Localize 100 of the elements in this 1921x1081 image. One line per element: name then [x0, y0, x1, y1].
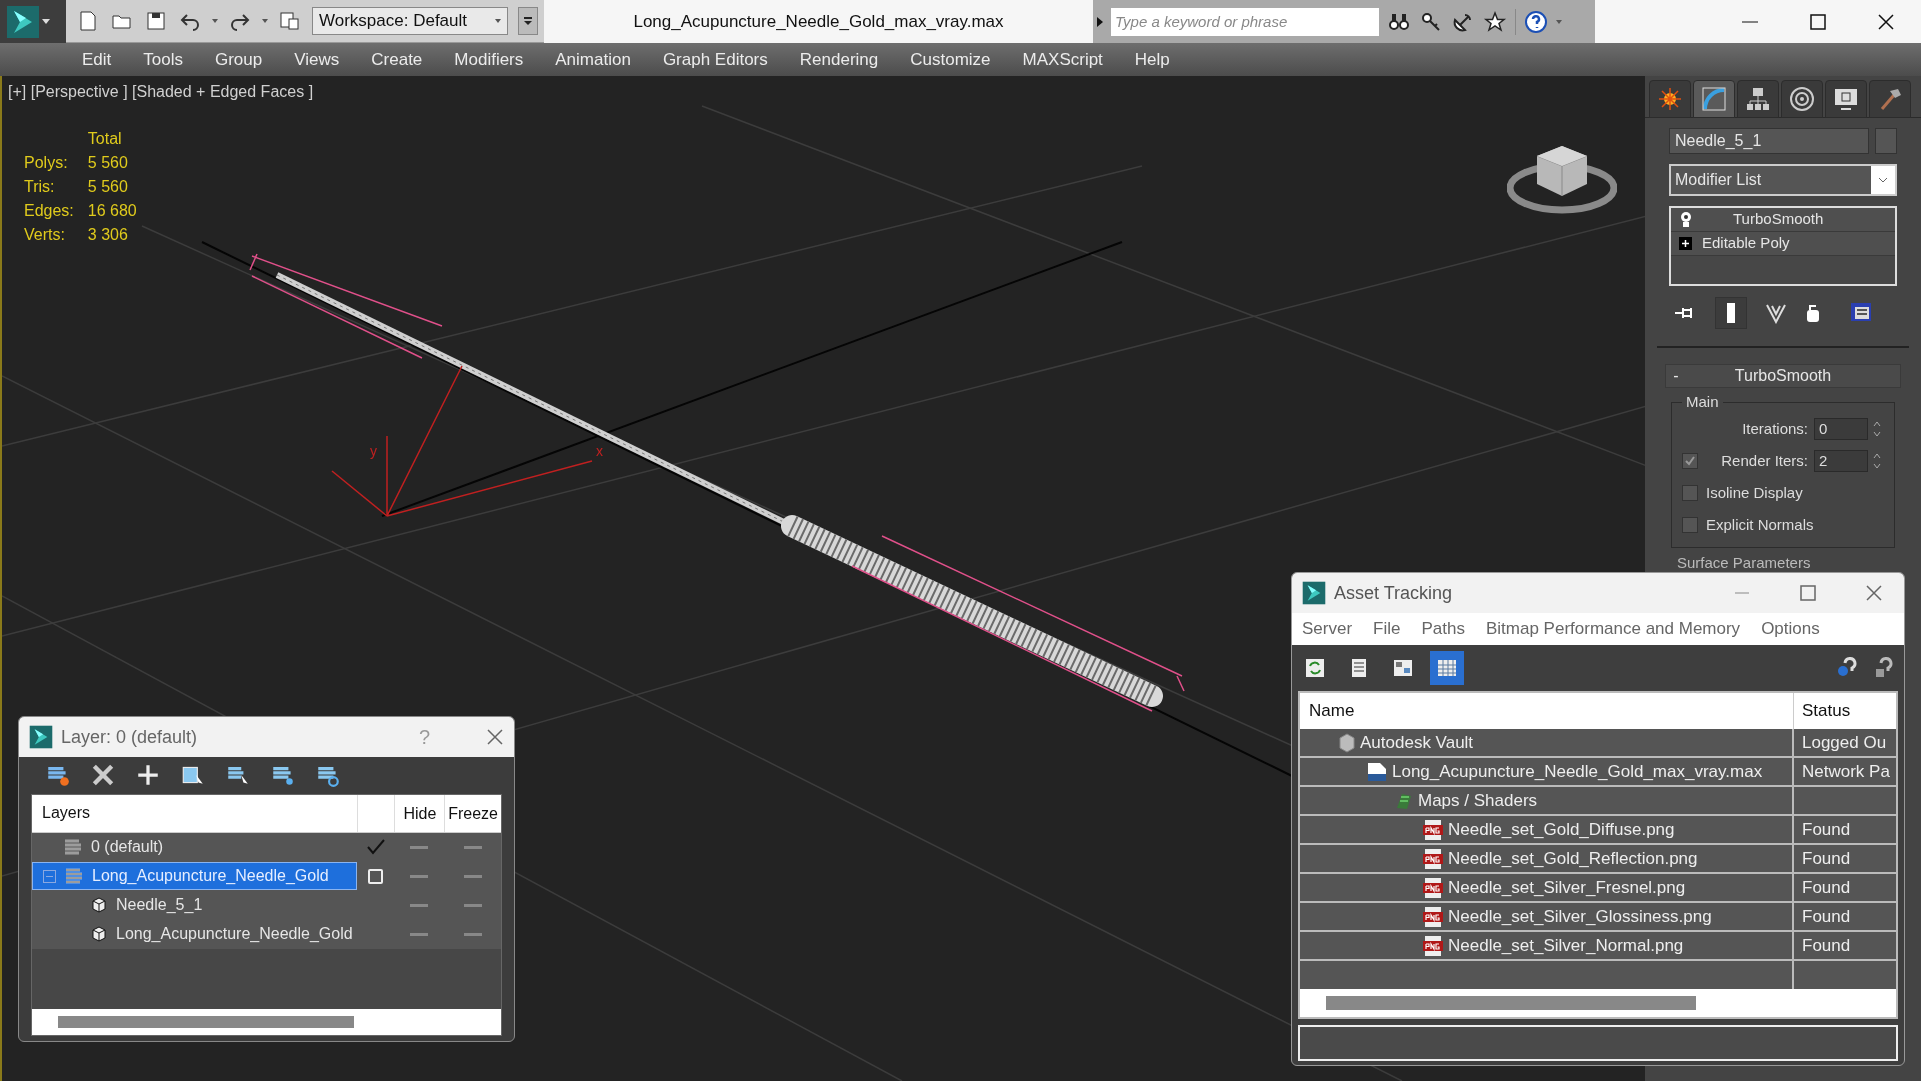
- caret-icon[interactable]: [262, 19, 268, 23]
- rollout-title[interactable]: TurboSmooth: [1686, 364, 1900, 388]
- toggle-dash-icon[interactable]: [410, 845, 429, 849]
- current-layer-checkbox[interactable]: [368, 868, 384, 884]
- scrollbar[interactable]: [1326, 996, 1696, 1010]
- spinner-field[interactable]: 2: [1814, 450, 1868, 472]
- star-icon[interactable]: [1483, 9, 1507, 34]
- asset-row[interactable]: Long_Acupuncture_Needle_Gold_max_vray.max Network Pa: [1300, 758, 1896, 787]
- spinner-field[interactable]: 0: [1814, 418, 1868, 440]
- menu-item[interactable]: Rendering: [783, 46, 895, 73]
- show-end-result-icon[interactable]: [1725, 301, 1737, 325]
- hierarchy-icon: [1744, 85, 1772, 113]
- menu-item[interactable]: Server: [1302, 616, 1353, 642]
- layer-object-row[interactable]: Needle_5_1: [32, 891, 357, 920]
- create-tab[interactable]: [1649, 80, 1691, 118]
- expand-icon[interactable]: [1679, 237, 1692, 250]
- menu-item[interactable]: Help: [1118, 46, 1186, 73]
- hierarchy-tab[interactable]: [1737, 80, 1779, 118]
- scrollbar[interactable]: [58, 1015, 354, 1028]
- workspace-menu-button[interactable]: [518, 7, 538, 35]
- search-field[interactable]: Type a keyword or phrase: [1111, 7, 1379, 36]
- workspace-dropdown[interactable]: Workspace: Default: [312, 7, 508, 35]
- window-title: Long_Acupuncture_Needle_Gold_max_vray.max: [633, 10, 1004, 33]
- save-icon[interactable]: [144, 9, 168, 33]
- menu-item[interactable]: Views: [278, 46, 356, 73]
- status-cell-text: Found: [1801, 848, 1852, 870]
- menu-item[interactable]: Options: [1761, 616, 1820, 642]
- menu-item[interactable]: Paths: [1421, 616, 1465, 642]
- light-bulb-icon[interactable]: [1679, 210, 1693, 229]
- modifier-list-dropdown[interactable]: Modifier List: [1669, 164, 1897, 196]
- curve-icon: [1700, 85, 1728, 113]
- app-logo-icon[interactable]: [6, 4, 40, 39]
- window-title: Layer: 0 (default): [61, 725, 199, 749]
- layer-row[interactable]: Long_Acupuncture_Needle_Gold: [32, 862, 357, 891]
- asset-row[interactable]: Maps / Shaders: [1300, 787, 1896, 816]
- collapse-toggle-icon[interactable]: [43, 869, 56, 883]
- make-unique-icon[interactable]: [1765, 302, 1787, 324]
- asset-row[interactable]: Autodesk Vault Logged Ou: [1300, 729, 1896, 758]
- menu-item[interactable]: Group: [199, 46, 279, 73]
- asset-row[interactable]: Needle_set_Silver_Glossiness.png Found: [1300, 903, 1896, 932]
- toggle-dash-icon[interactable]: [463, 874, 482, 878]
- asset-row[interactable]: Needle_set_Silver_Normal.png Found: [1300, 932, 1896, 961]
- modifier-stack-item[interactable]: TurboSmooth: [1671, 208, 1895, 232]
- menu-item[interactable]: Tools: [127, 46, 199, 73]
- max-file-icon: [1366, 760, 1388, 783]
- layer-object-row[interactable]: Long_Acupuncture_Needle_Gold: [32, 920, 357, 949]
- menu-item[interactable]: MAXScript: [1006, 46, 1119, 73]
- asset-row[interactable]: Needle_set_Silver_Fresnel.png Found: [1300, 874, 1896, 903]
- checkbox-label: Explicit Normals: [1706, 514, 1814, 535]
- modify-tab[interactable]: [1693, 80, 1735, 118]
- toggle-dash-icon[interactable]: [463, 903, 482, 907]
- maximize-icon[interactable]: [1809, 12, 1827, 31]
- modifier-stack-item[interactable]: Editable Poly: [1671, 232, 1895, 256]
- toolbar-button[interactable]: [1430, 651, 1464, 685]
- column-header[interactable]: Hide: [394, 794, 445, 832]
- toggle-dash-icon[interactable]: [463, 932, 482, 936]
- viewport-label[interactable]: [+] [Perspective ] [Shaded + Edged Faces ]: [8, 80, 314, 104]
- display-tab[interactable]: [1825, 80, 1867, 118]
- expand-arrow-icon[interactable]: [1097, 16, 1103, 27]
- menu-item[interactable]: Create: [355, 46, 439, 73]
- column-header[interactable]: Layers: [32, 801, 357, 826]
- checkbox[interactable]: [1682, 485, 1698, 501]
- menu-item[interactable]: Modifiers: [438, 46, 540, 73]
- checkmark-icon[interactable]: [366, 839, 385, 856]
- rollout-collapse-toggle[interactable]: -: [1666, 364, 1686, 388]
- utilities-tab[interactable]: [1869, 80, 1911, 118]
- menu-item[interactable]: Edit: [66, 46, 128, 73]
- menu-item[interactable]: Graph Editors: [646, 46, 784, 73]
- column-header[interactable]: Freeze: [444, 794, 501, 832]
- menu-item[interactable]: Customize: [894, 46, 1007, 73]
- remove-modifier-icon[interactable]: [1805, 302, 1821, 324]
- toggle-dash-icon[interactable]: [410, 903, 429, 907]
- target-icon: [1788, 85, 1816, 113]
- toggle-dash-icon[interactable]: [410, 874, 429, 878]
- object-icon: [90, 925, 108, 944]
- project-folder-icon[interactable]: [278, 9, 302, 33]
- asset-row[interactable]: Needle_set_Gold_Reflection.png Found: [1300, 845, 1896, 874]
- toggle-dash-icon[interactable]: [463, 845, 482, 849]
- motion-tab[interactable]: [1781, 80, 1823, 118]
- toggle-dash-icon[interactable]: [410, 932, 429, 936]
- help-icon[interactable]: [1524, 9, 1548, 34]
- asset-row[interactable]: Needle_set_Gold_Diffuse.png Found: [1300, 816, 1896, 845]
- object-name-field[interactable]: Needle_5_1: [1669, 128, 1869, 154]
- window-icon[interactable]: [29, 725, 53, 750]
- menu-item[interactable]: Animation: [539, 46, 647, 73]
- close-icon[interactable]: [1877, 12, 1895, 31]
- column-header[interactable]: Status: [1794, 698, 1851, 724]
- menu-item[interactable]: File: [1373, 616, 1401, 642]
- layer-row[interactable]: 0 (default): [32, 833, 357, 862]
- rollout-title[interactable]: Surface Parameters: [1677, 554, 1889, 572]
- caret-icon[interactable]: [212, 19, 218, 23]
- window-icon[interactable]: [1302, 581, 1326, 605]
- png-file-icon: [1422, 818, 1444, 841]
- layer-stack-icon: [64, 867, 84, 886]
- axis-label: x: [596, 443, 603, 459]
- object-color-swatch[interactable]: [1875, 128, 1897, 154]
- checkbox[interactable]: [1682, 517, 1698, 533]
- stat-value: 5 560: [87, 177, 129, 197]
- status-cell-text: Network Pa: [1801, 761, 1891, 783]
- checkbox[interactable]: [1682, 453, 1698, 469]
